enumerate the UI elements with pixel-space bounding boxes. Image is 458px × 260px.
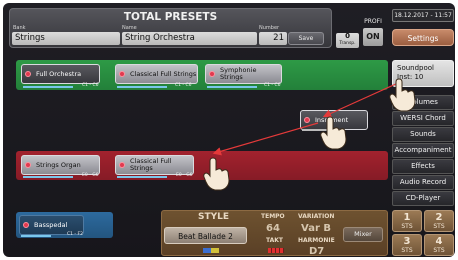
keyboard-screen: TOTAL PRESETS Bank Name Number Strings S…: [3, 3, 455, 257]
drag-arrow-icon: [212, 82, 399, 156]
hand-pointer-icon: [203, 157, 230, 191]
hand-pointer-icon: [320, 116, 347, 150]
hand-pointer-icon: [389, 78, 416, 112]
